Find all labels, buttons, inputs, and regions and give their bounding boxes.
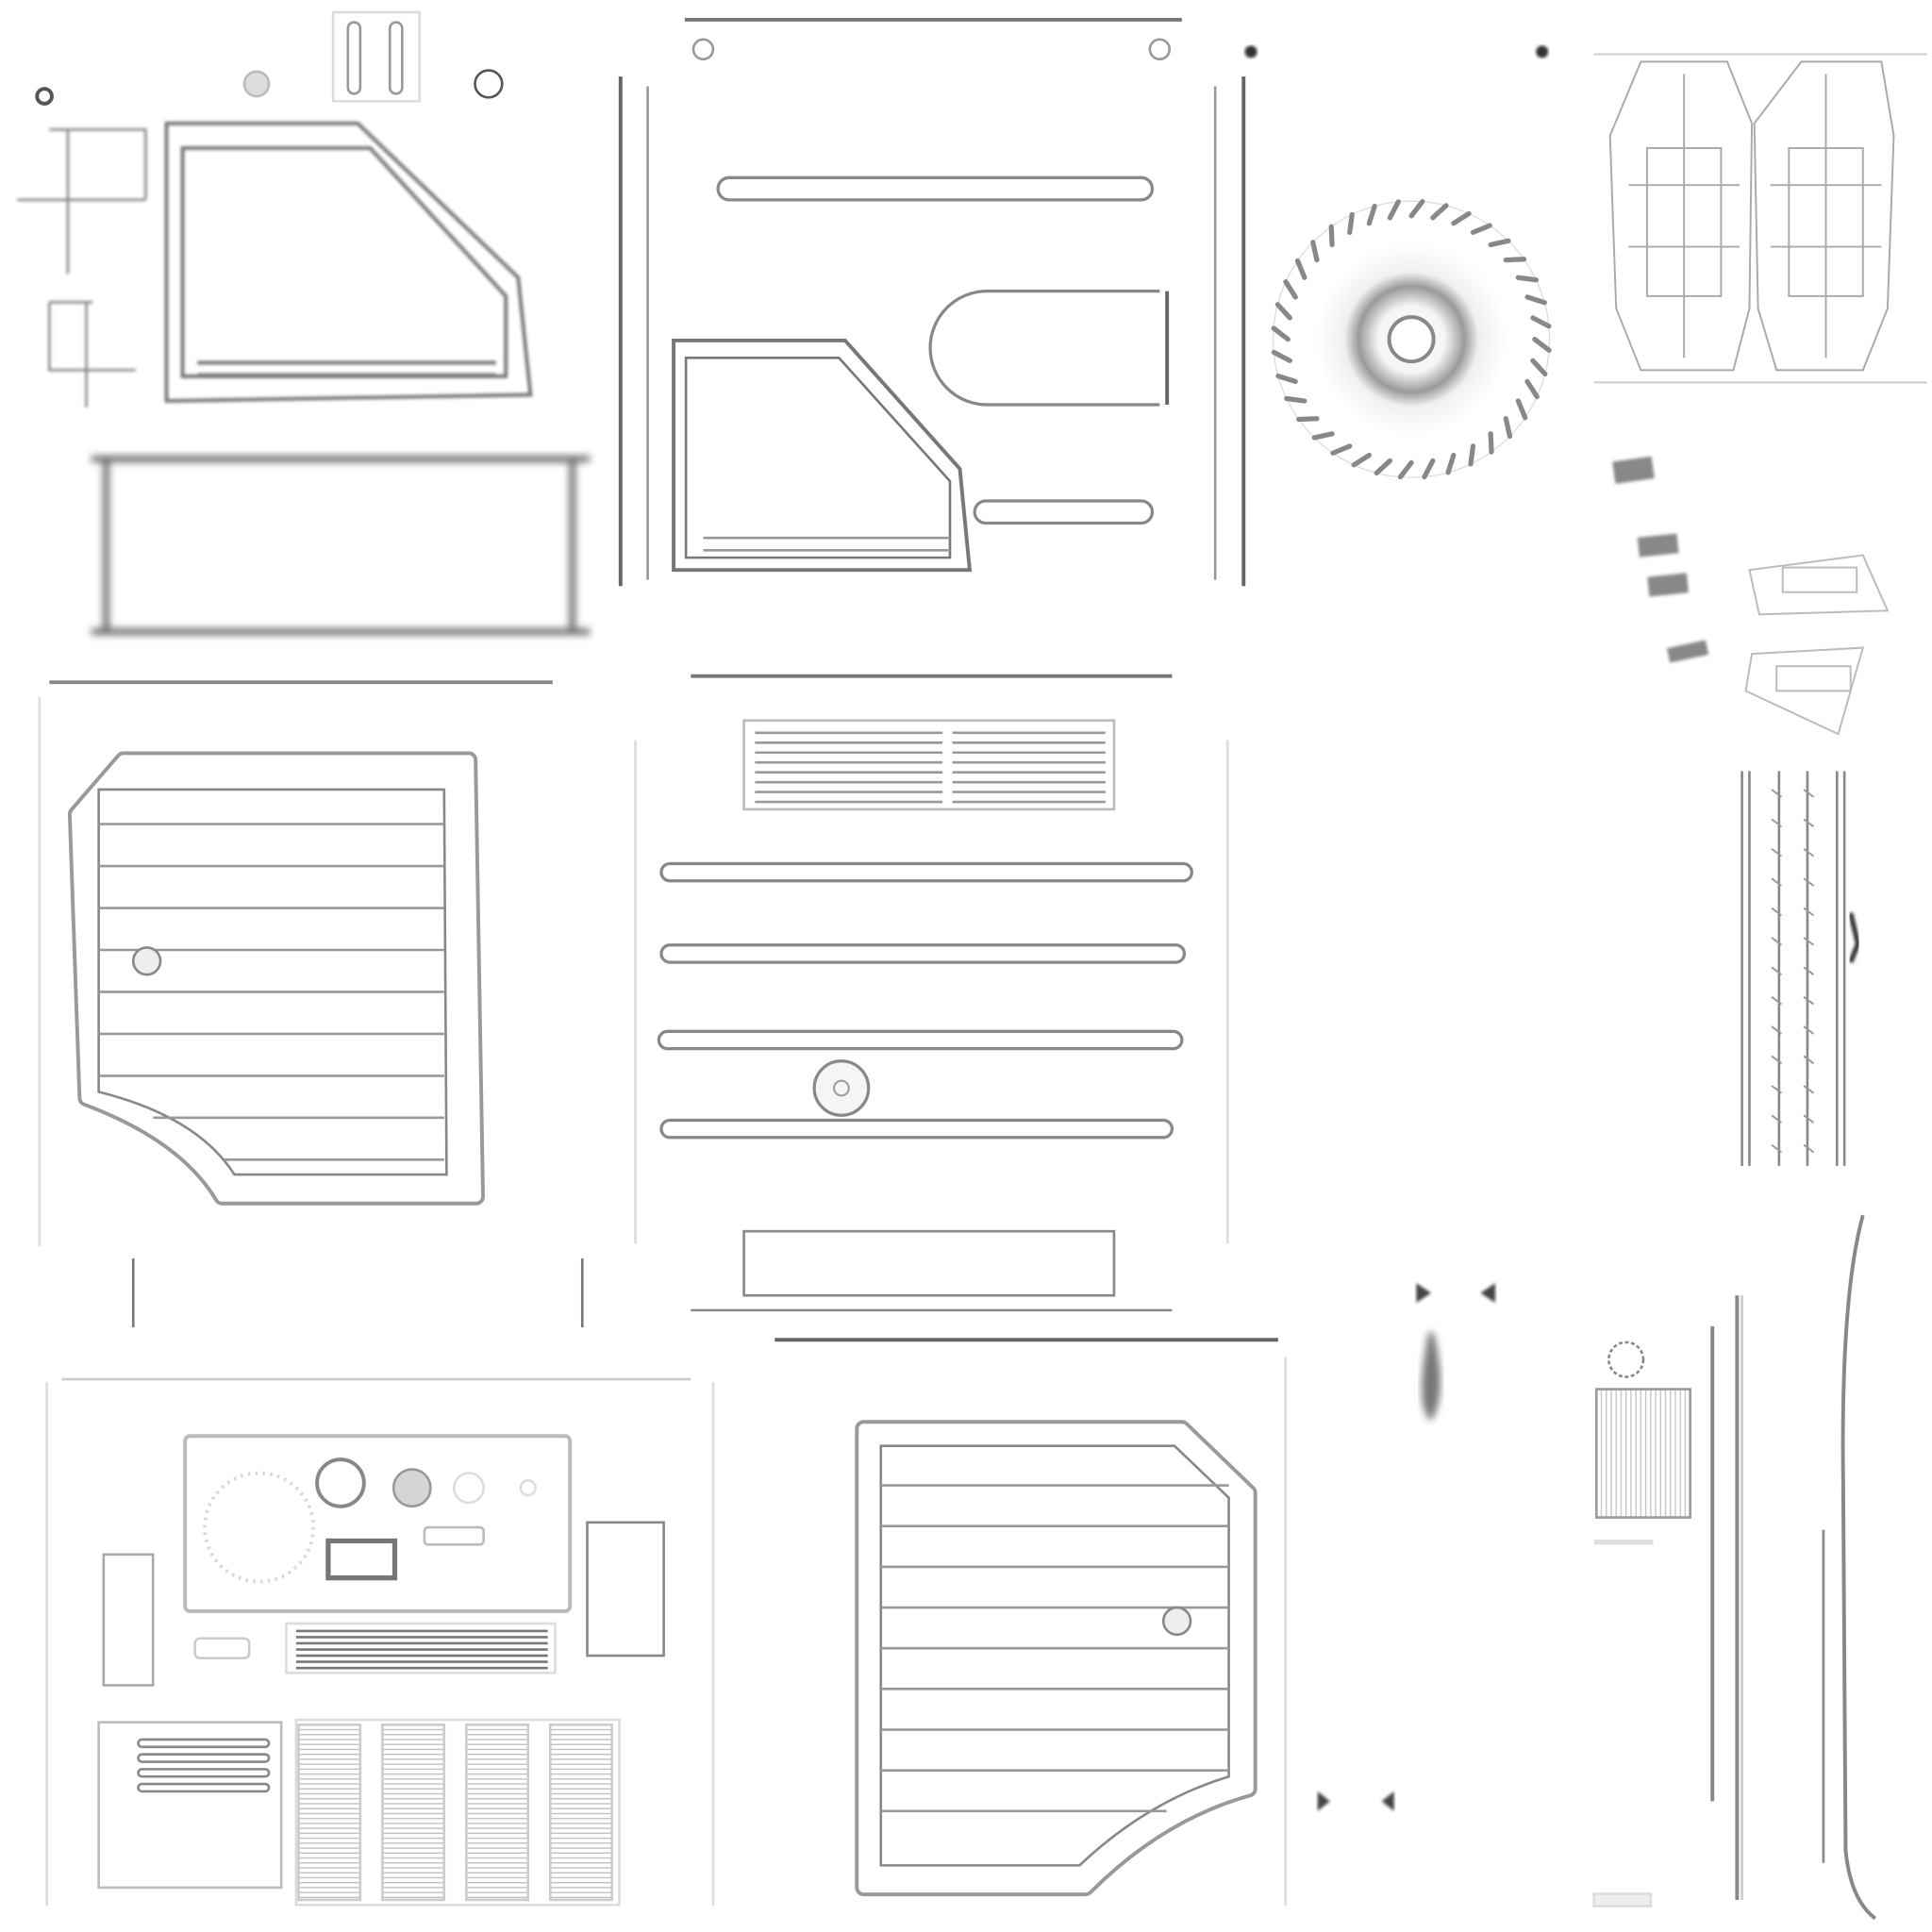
radiator <box>1594 1388 1691 1519</box>
seat-slats-d <box>548 1723 613 1902</box>
knob <box>242 70 271 98</box>
right-door-handle <box>1161 1606 1192 1637</box>
seat-slats-b <box>381 1723 446 1902</box>
dot-b <box>1536 45 1549 58</box>
wheel-tread <box>1284 395 1307 404</box>
knob-a <box>391 1468 432 1508</box>
wheel-tread <box>1347 211 1355 236</box>
wheel-tread <box>1328 224 1335 248</box>
center-knob <box>812 1059 871 1117</box>
wheel-tread <box>1468 443 1476 467</box>
wheel-tread <box>1503 257 1527 263</box>
texture-atlas <box>0 0 1932 1932</box>
wheel-tread <box>1296 416 1320 423</box>
seat-slats-c <box>465 1723 530 1902</box>
wheel-center-hole <box>1387 315 1436 364</box>
seat-slats-a <box>297 1723 362 1902</box>
dot-a <box>1244 45 1257 58</box>
wheel-tread <box>1515 275 1540 283</box>
left-door-handle <box>131 946 162 976</box>
